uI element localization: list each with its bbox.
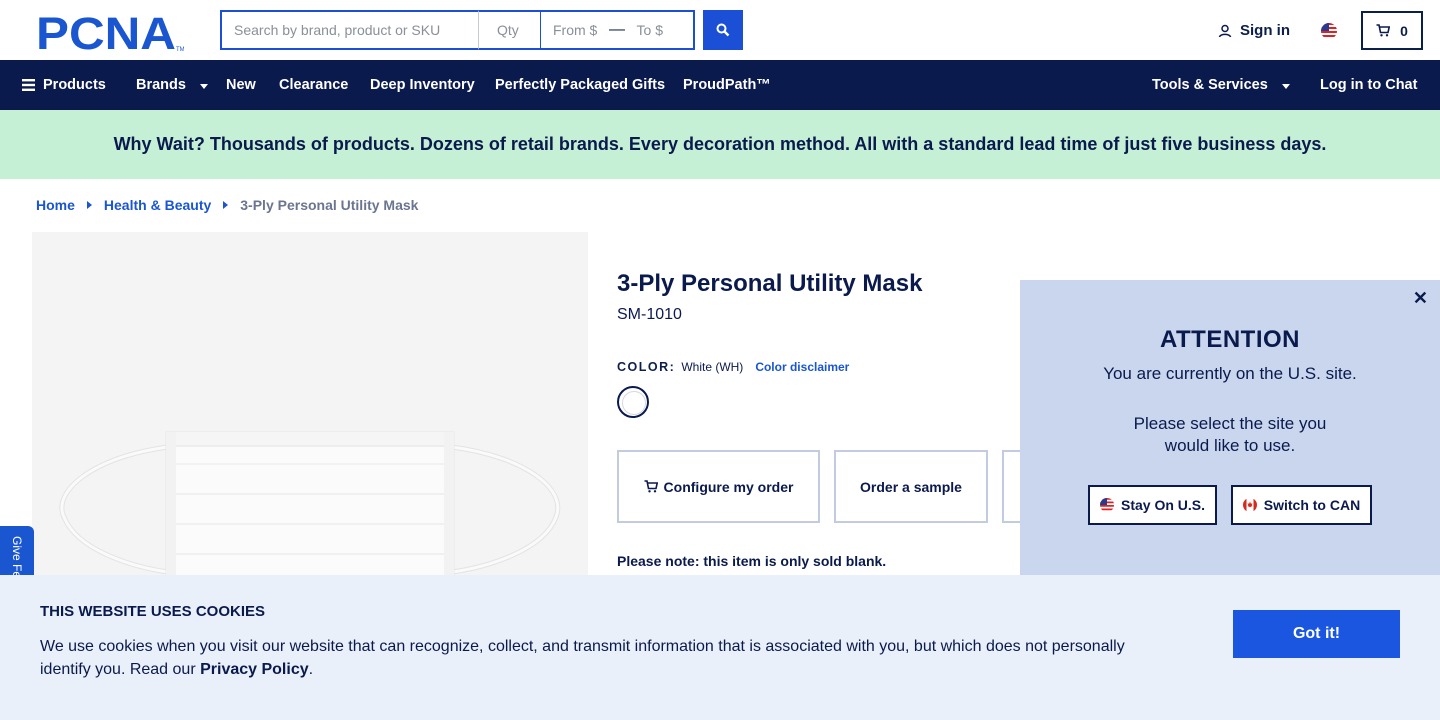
color-value: White (WH) [681,360,744,374]
promo-text: Why Wait? Thousands of products. Dozens … [113,134,1327,154]
us-flag-icon[interactable] [1321,23,1337,39]
color-label: COLOR: [617,360,676,374]
nav-new[interactable]: New [226,60,256,110]
chevron-down-icon [1281,83,1290,89]
nav-deep-inventory[interactable]: Deep Inventory [370,60,475,110]
nav-perfectly-packaged-gifts[interactable]: Perfectly Packaged Gifts [495,60,665,110]
price-range-input[interactable]: From $ — To $ [540,10,695,50]
cookie-text-end: . [308,661,314,678]
chat-label: Log in to Chat [1320,77,1418,93]
nav-log-in-to-chat[interactable]: Log in to Chat [1320,60,1417,110]
price-to-placeholder: To $ [636,22,663,38]
main-nav: Products Brands New Clearance Deep Inven… [0,60,1440,110]
color-swatch-white[interactable] [617,386,649,418]
chevron-right-icon [223,201,229,209]
configure-order-label: Configure my order [663,478,794,495]
promo-banner[interactable]: Why Wait? Thousands of products. Dozens … [0,110,1440,179]
nav-deep-inventory-label: Deep Inventory [370,77,475,93]
close-icon[interactable]: ✕ [1413,288,1428,309]
switch-can-button[interactable]: Switch to CAN [1231,485,1372,525]
us-flag-icon [1099,498,1114,512]
breadcrumb-health-beauty[interactable]: Health & Beauty [104,197,211,213]
nav-clearance[interactable]: Clearance [279,60,348,110]
product-title: 3-Ply Personal Utility Mask [617,270,923,297]
cookie-accept-button[interactable]: Got it! [1233,610,1400,658]
nav-products-label: Products [43,77,106,93]
cookie-text: We use cookies when you visit our websit… [40,635,1150,681]
site-header: PCNA TM Search by brand, product or SKU … [0,0,1440,60]
color-disclaimer-link[interactable]: Color disclaimer [755,360,849,374]
nav-proudpath[interactable]: ProudPath™ [683,60,771,110]
pcna-logo[interactable]: PCNA TM [36,12,184,52]
cart-button[interactable]: 0 [1361,11,1423,50]
search-button[interactable] [703,10,743,50]
nav-tools-label: Tools & Services [1152,77,1268,93]
user-icon [1218,24,1232,37]
stay-us-label: Stay On U.S. [1120,497,1206,513]
chevron-right-icon [86,201,92,209]
privacy-policy-link[interactable]: Privacy Policy [200,661,309,678]
cookie-banner: THIS WEBSITE USES COOKIES We use cookies… [0,575,1440,720]
logo-text: PCNA [36,12,176,52]
canada-flag-icon [1242,498,1257,512]
nav-products[interactable]: Products [22,60,106,110]
breadcrumb-home[interactable]: Home [36,197,75,213]
configure-order-button[interactable]: Configure my order [617,450,820,523]
hamburger-icon [22,79,35,91]
search-icon [716,23,730,37]
search-bar: Search by brand, product or SKU Qty From… [220,10,743,50]
chevron-down-icon [199,83,208,89]
nav-proudpath-label: ProudPath™ [683,77,771,93]
nav-brands-label: Brands [136,77,186,93]
breadcrumb: Home Health & Beauty 3-Ply Personal Util… [36,197,418,213]
qty-input[interactable]: Qty [478,10,540,50]
stay-us-button[interactable]: Stay On U.S. [1088,485,1217,525]
order-sample-label: Order a sample [860,478,962,495]
attention-title: ATTENTION [1159,326,1301,353]
range-dash: — [608,21,625,38]
cart-icon [644,480,658,493]
switch-can-label: Switch to CAN [1263,497,1361,513]
nav-brands[interactable]: Brands [136,60,208,110]
sign-in-link[interactable]: Sign in [1218,22,1290,39]
cookie-accept-label: Got it! [1292,625,1341,642]
price-from-placeholder: From $ [553,22,598,38]
cart-count: 0 [1400,22,1408,39]
site-selector-popup: ✕ ATTENTION You are currently on the U.S… [1020,280,1440,580]
cookie-title: THIS WEBSITE USES COOKIES [40,603,266,620]
qty-placeholder: Qty [497,22,519,38]
nav-gifts-label: Perfectly Packaged Gifts [495,77,666,93]
attention-select-site: Please select the site you would like to… [1133,414,1327,455]
sign-in-label: Sign in [1240,22,1290,39]
order-sample-button[interactable]: Order a sample [834,450,988,523]
svg-text:TM: TM [176,47,184,52]
product-sku: SM-1010 [617,306,682,323]
cart-icon [1376,24,1391,37]
search-placeholder: Search by brand, product or SKU [234,22,441,38]
breadcrumb-current: 3-Ply Personal Utility Mask [240,197,419,213]
blank-only-note: Please note: this item is only sold blan… [617,553,887,569]
search-input[interactable]: Search by brand, product or SKU [220,10,478,50]
attention-current-site: You are currently on the U.S. site. [1103,364,1357,383]
color-selector-row: COLOR: White (WH) Color disclaimer [617,360,849,374]
nav-tools-services[interactable]: Tools & Services [1152,60,1290,110]
nav-new-label: New [226,77,256,93]
nav-clearance-label: Clearance [279,77,349,93]
